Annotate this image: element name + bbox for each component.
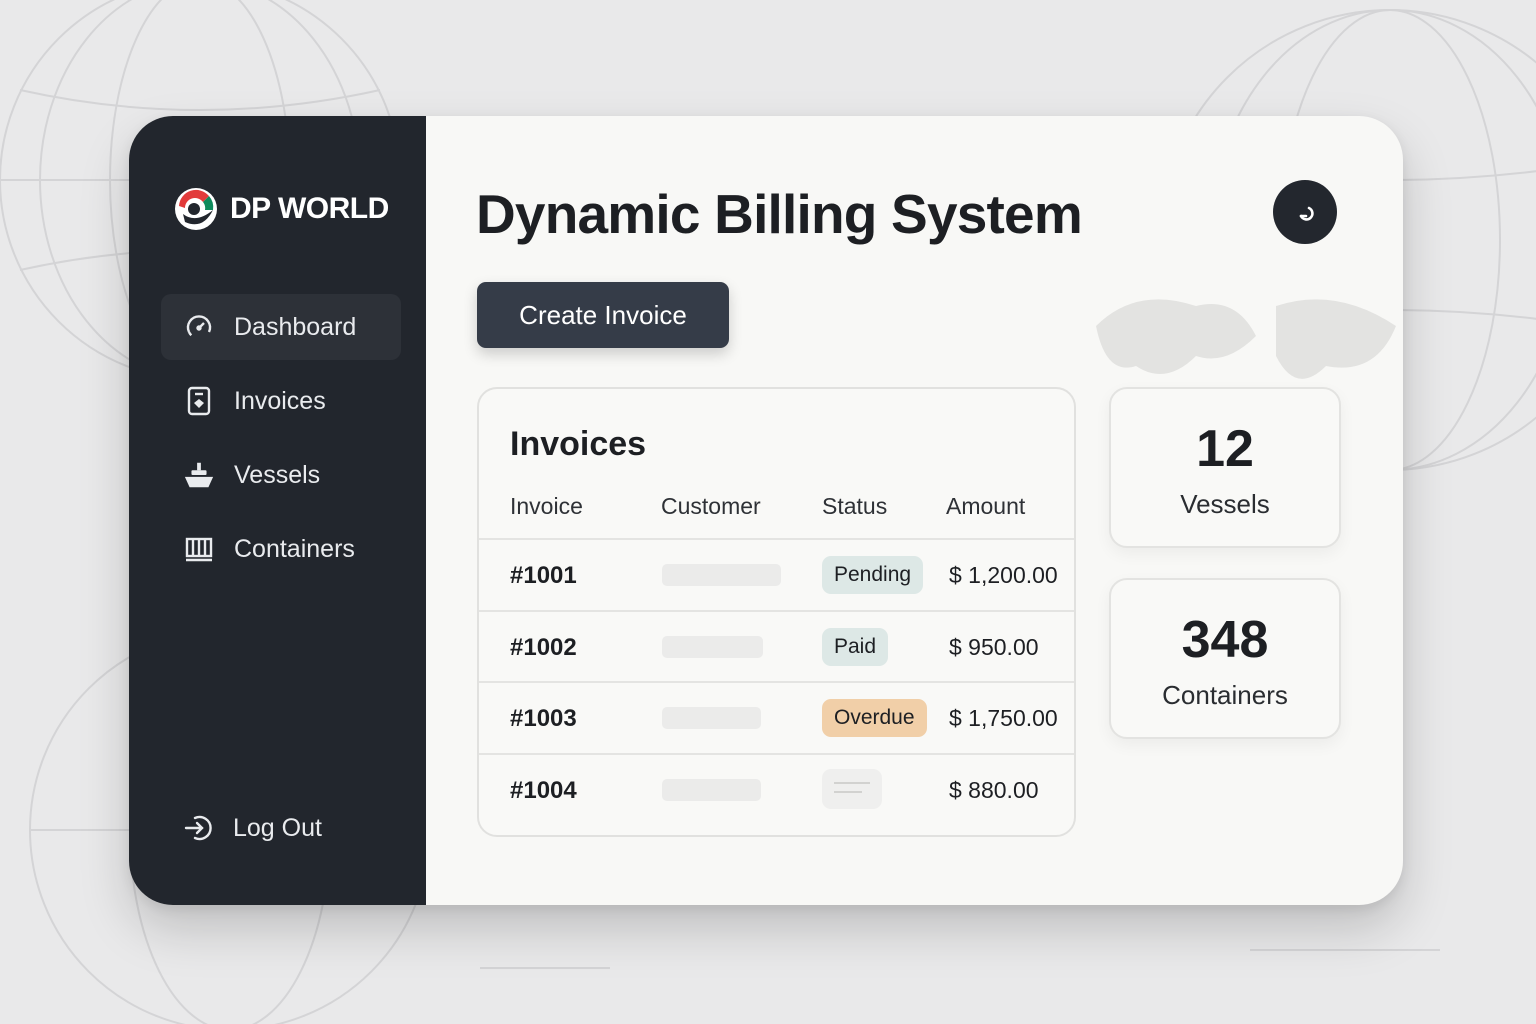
customer-placeholder — [662, 707, 761, 729]
logout-button[interactable]: Log Out — [183, 812, 322, 844]
sidebar: DP WORLD Dashboard Invoices Vessels Cont… — [129, 116, 426, 905]
invoice-table-body: #1001 Pending $ 1,200.00 #1002 Paid $ 95… — [479, 538, 1074, 824]
sidebar-item-vessels[interactable]: Vessels — [161, 442, 401, 508]
sidebar-item-label: Vessels — [234, 460, 321, 489]
stat-card-containers[interactable]: 348 Containers — [1109, 578, 1341, 739]
refresh-icon — [1299, 206, 1314, 221]
logout-icon — [183, 812, 215, 844]
invoice-id: #1003 — [510, 705, 577, 732]
brand-name: DP WORLD — [230, 192, 389, 225]
stat-card-vessels[interactable]: 12 Vessels — [1109, 387, 1341, 548]
table-row[interactable]: #1004 $ 880.00 — [479, 752, 1074, 825]
logout-label: Log Out — [233, 813, 322, 842]
invoices-card-title: Invoices — [510, 425, 647, 463]
stat-label: Containers — [1162, 680, 1288, 710]
invoice-id: #1002 — [510, 633, 577, 661]
sidebar-item-dashboard[interactable]: Dashboard — [161, 294, 401, 360]
invoice-amount: $ 950.00 — [949, 633, 1039, 660]
page-title: Dynamic Billing System — [476, 183, 1083, 245]
container-icon — [183, 533, 215, 565]
table-row[interactable]: #1003 Overdue $ 1,750.00 — [479, 681, 1074, 753]
main-content: Dynamic Billing System Create Invoice In… — [426, 116, 1403, 905]
customer-placeholder — [662, 564, 781, 586]
sidebar-item-label: Invoices — [234, 386, 326, 415]
table-row[interactable]: #1002 Paid $ 950.00 — [479, 609, 1074, 682]
status-badge: Paid — [822, 627, 889, 666]
sidebar-item-label: Dashboard — [234, 312, 357, 341]
invoice-amount: $ 1,200.00 — [949, 562, 1058, 588]
refresh-button[interactable] — [1273, 180, 1337, 244]
column-header-invoice: Invoice — [510, 493, 583, 519]
gauge-icon — [183, 311, 215, 343]
sidebar-nav: Dashboard Invoices Vessels Containers — [161, 294, 401, 590]
column-header-amount: Amount — [946, 493, 1026, 519]
dp-world-logo-icon — [175, 188, 217, 230]
create-invoice-button[interactable]: Create Invoice — [477, 282, 729, 348]
status-badge: Pending — [822, 556, 924, 594]
stat-value: 348 — [1181, 611, 1269, 669]
table-row[interactable]: #1001 Pending $ 1,200.00 — [479, 538, 1074, 610]
status-badge-placeholder — [822, 768, 882, 809]
ship-icon — [183, 459, 215, 491]
table-header: Invoice Customer Status Amount — [479, 493, 1074, 539]
column-header-status: Status — [822, 493, 888, 519]
invoice-icon — [183, 385, 215, 417]
column-header-customer: Customer — [661, 493, 761, 519]
stat-label: Vessels — [1180, 489, 1270, 519]
invoices-card: Invoices Invoice Customer Status Amount … — [477, 387, 1076, 837]
brand-logo: DP WORLD — [173, 186, 389, 232]
customer-placeholder — [662, 778, 761, 801]
sidebar-item-containers[interactable]: Containers — [161, 516, 401, 582]
sidebar-item-invoices[interactable]: Invoices — [161, 368, 401, 434]
invoice-id: #1001 — [510, 562, 577, 589]
app-window: DP WORLD Dashboard Invoices Vessels Cont… — [129, 116, 1403, 905]
status-badge: Overdue — [822, 699, 927, 737]
stat-value: 12 — [1196, 420, 1254, 478]
invoice-amount: $ 880.00 — [949, 776, 1039, 803]
invoice-amount: $ 1,750.00 — [949, 705, 1058, 731]
sidebar-item-label: Containers — [234, 534, 355, 563]
customer-placeholder — [662, 635, 763, 658]
invoice-id: #1004 — [510, 776, 577, 804]
